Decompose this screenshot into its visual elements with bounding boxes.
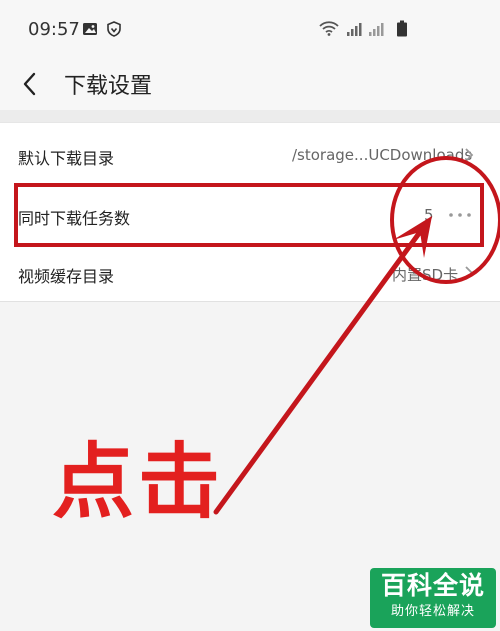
chevron-right-icon — [465, 148, 474, 162]
shield-icon — [107, 21, 121, 37]
status-bar: 09:57 — [0, 0, 500, 58]
chevron-right-icon — [465, 266, 474, 280]
battery-icon — [397, 20, 407, 37]
status-time: 09:57 — [28, 19, 80, 40]
setting-value: /storage...UCDownloads — [292, 146, 473, 164]
status-right-icons — [318, 19, 408, 37]
header-divider — [0, 110, 500, 122]
setting-row-video-cache-dir[interactable]: 视频缓存目录 内置SD卡 — [0, 243, 500, 301]
page-title: 下载设置 — [64, 74, 153, 99]
header: 下载设置 — [0, 58, 500, 110]
setting-row-download-dir[interactable]: 默认下载目录 /storage...UCDownloads — [0, 125, 500, 183]
highlight-rectangle — [14, 183, 484, 247]
click-annotation-text: 点击 — [52, 435, 225, 530]
watermark-main-text: 百科全说 — [380, 571, 485, 600]
back-icon[interactable] — [18, 66, 42, 102]
signal-icon — [347, 23, 384, 36]
setting-label: 默认下载目录 — [18, 149, 115, 168]
status-left-icons — [82, 21, 122, 37]
setting-label: 视频缓存目录 — [18, 267, 115, 286]
watermark-logo: 百科全说 助你轻松解决 — [370, 568, 496, 628]
watermark-sub-text: 助你轻松解决 — [390, 604, 475, 619]
setting-value: 内置SD卡 — [392, 266, 459, 284]
image-icon — [83, 23, 97, 35]
wifi-icon — [319, 21, 339, 36]
